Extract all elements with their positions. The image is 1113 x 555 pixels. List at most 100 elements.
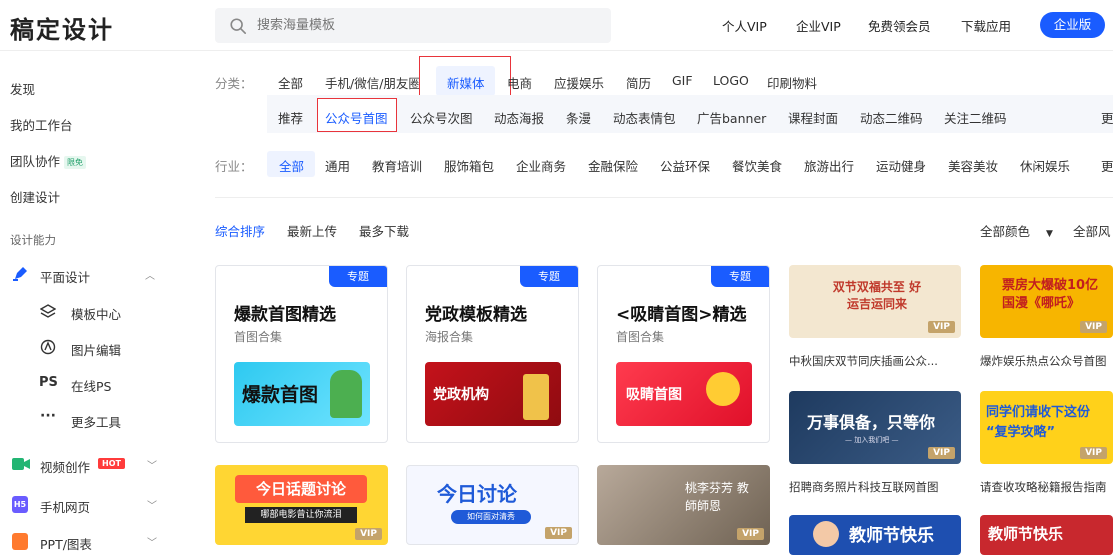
- feature-card-eye-catching[interactable]: 专题 <吸睛首图>精选 首图合集 吸睛首图: [597, 265, 770, 443]
- template-thumb[interactable]: 双节双福共至 好运吉运同来 VIP: [789, 265, 961, 338]
- template-thumb[interactable]: 教师节快乐: [980, 515, 1113, 555]
- sidebar-item-ppt[interactable]: PPT/图表 ﹀: [10, 532, 170, 552]
- nav-free-member[interactable]: 免费领会员: [868, 16, 931, 35]
- template-thumb[interactable]: 今日话题讨论 哪部电影曾让你流泪 VIP: [215, 465, 388, 545]
- sidebar-item-team[interactable]: 团队协作 限免: [10, 151, 87, 170]
- sort-newest[interactable]: 最新上传: [287, 221, 337, 240]
- industry-all[interactable]: 全部: [279, 156, 304, 175]
- vip-badge: VIP: [545, 527, 572, 539]
- sidebar-item-workspace[interactable]: 我的工作台: [10, 115, 73, 134]
- category-logo[interactable]: LOGO: [713, 73, 749, 88]
- sidebar-sub-template-center[interactable]: 模板中心: [38, 302, 178, 322]
- card-preview-text: 爆款首图: [242, 384, 319, 406]
- template-thumb[interactable]: 桃李芬芳 教師師恩 VIP: [597, 465, 770, 545]
- feature-card-party[interactable]: 专题 党政模板精选 海报合集 党政机构: [406, 265, 579, 443]
- sub-dynamic-qrcode[interactable]: 动态二维码: [860, 108, 923, 127]
- template-thumb[interactable]: 教师节快乐: [789, 515, 961, 555]
- industry-travel[interactable]: 旅游出行: [804, 156, 854, 175]
- sidebar-section-label: 设计能力: [10, 233, 56, 247]
- color-filter[interactable]: 全部颜色 ▼: [980, 221, 1053, 240]
- template-thumb[interactable]: 今日讨论 如何面对清秀 VIP: [406, 465, 579, 545]
- sidebar-sub-online-ps[interactable]: PS 在线PS: [38, 374, 178, 394]
- sort-most-downloaded[interactable]: 最多下载: [359, 221, 409, 240]
- sort-comprehensive[interactable]: 综合排序: [215, 221, 265, 240]
- nav-personal-vip[interactable]: 个人VIP: [722, 16, 767, 35]
- sidebar-item-create[interactable]: 创建设计: [10, 187, 60, 206]
- vip-badge: VIP: [1080, 321, 1107, 333]
- template-thumb[interactable]: 票房大爆破10亿 国漫《哪吒》 VIP: [980, 265, 1113, 338]
- category-gif[interactable]: GIF: [672, 73, 693, 88]
- sub-follow-qrcode[interactable]: 关注二维码: [944, 108, 1007, 127]
- sub-ad-banner[interactable]: 广告banner: [697, 108, 766, 127]
- search-box[interactable]: [215, 8, 611, 43]
- template-caption[interactable]: 爆炸娱乐热点公众号首图: [980, 353, 1113, 369]
- sub-official-account-secondary[interactable]: 公众号次图: [410, 108, 473, 127]
- sidebar-item-flat-design[interactable]: 平面设计 ︿: [10, 265, 170, 285]
- template-caption[interactable]: 招聘商务照片科技互联网首图: [789, 479, 961, 495]
- category-new-media[interactable]: 新媒体: [447, 73, 485, 92]
- industry-more[interactable]: 更: [1101, 156, 1113, 175]
- card-title: 党政模板精选: [425, 305, 527, 325]
- search-input[interactable]: [257, 8, 597, 43]
- category-all[interactable]: 全部: [278, 73, 303, 92]
- thumb-art-text: 双节双福共至 好运吉运同来: [832, 280, 922, 311]
- card-title: 爆款首图精选: [234, 305, 336, 325]
- industry-fitness[interactable]: 运动健身: [876, 156, 926, 175]
- sidebar-item-team-label: 团队协作: [10, 154, 61, 169]
- industry-leisure[interactable]: 休闲娱乐: [1020, 156, 1070, 175]
- card-preview: 吸睛首图: [616, 362, 752, 426]
- sub-animated-sticker[interactable]: 动态表情包: [613, 108, 676, 127]
- sub-recommend[interactable]: 推荐: [278, 108, 303, 127]
- sidebar-item-video[interactable]: 视频创作 HOT ﹀: [10, 455, 170, 475]
- enterprise-button[interactable]: 企业版: [1040, 12, 1105, 38]
- sub-course-cover[interactable]: 课程封面: [788, 108, 838, 127]
- thumb-title: 今日讨论: [437, 482, 517, 506]
- sidebar-item-mobile-web[interactable]: H5 手机网页 ﹀: [10, 495, 170, 515]
- sub-dynamic-poster[interactable]: 动态海报: [494, 108, 544, 127]
- dinosaur-illustration: [330, 370, 362, 418]
- style-filter[interactable]: 全部风: [1073, 221, 1111, 240]
- industry-apparel[interactable]: 服饰箱包: [444, 156, 494, 175]
- feature-card-hot-cover[interactable]: 专题 爆款首图精选 首图合集 爆款首图: [215, 265, 388, 443]
- category-ecommerce[interactable]: 电商: [507, 73, 532, 92]
- nav-download-app[interactable]: 下载应用: [961, 16, 1011, 35]
- industry-education[interactable]: 教育培训: [372, 156, 422, 175]
- sub-comic-strip[interactable]: 条漫: [566, 108, 591, 127]
- header-divider: [0, 50, 1113, 51]
- caret-down-icon: ▼: [1046, 229, 1053, 239]
- teacher-avatar-illustration: [813, 521, 839, 547]
- filter-divider: [215, 197, 1113, 198]
- sub-official-account-cover[interactable]: 公众号首图: [325, 108, 388, 127]
- category-mobile-wechat[interactable]: 手机/微信/朋友圈: [325, 73, 421, 92]
- industry-beauty[interactable]: 美容美妆: [948, 156, 998, 175]
- vip-badge: VIP: [1080, 447, 1107, 459]
- video-icon: [12, 458, 30, 470]
- sub-more[interactable]: 更: [1101, 108, 1113, 127]
- card-title: <吸睛首图>精选: [616, 305, 747, 325]
- sidebar-sub-more-tools[interactable]: ··· 更多工具: [38, 408, 178, 430]
- sidebar-sub-image-edit[interactable]: 图片编辑: [38, 338, 178, 358]
- thumb-art-text: 教师节快乐: [849, 526, 934, 546]
- industry-charity[interactable]: 公益环保: [660, 156, 710, 175]
- category-print[interactable]: 印刷物料: [767, 73, 817, 92]
- vip-badge: VIP: [737, 528, 764, 540]
- category-resume[interactable]: 简历: [626, 73, 651, 92]
- sidebar-item-discover[interactable]: 发现: [10, 79, 35, 98]
- industry-general[interactable]: 通用: [325, 156, 350, 175]
- template-caption[interactable]: 中秋国庆双节同庆插画公众...: [789, 353, 961, 369]
- category-label: 分类：: [215, 76, 253, 91]
- template-thumb[interactable]: 同学们请收下这份 “复学攻略” VIP: [980, 391, 1113, 464]
- more-tools-label: 更多工具: [71, 415, 122, 430]
- brand-logo[interactable]: 稿定设计: [10, 10, 114, 45]
- chevron-down-icon: ﹀: [147, 461, 157, 472]
- industry-finance[interactable]: 金融保险: [588, 156, 638, 175]
- template-caption[interactable]: 请查收攻略秘籍报告指南: [980, 479, 1113, 495]
- thumb-art-text: 票房大爆破10亿 国漫《哪吒》: [1002, 278, 1099, 311]
- monument-illustration: [523, 374, 549, 420]
- template-thumb[interactable]: 万事俱备，只等你 — 加入我们吧 — VIP: [789, 391, 961, 464]
- industry-business[interactable]: 企业商务: [516, 156, 566, 175]
- category-fan-support[interactable]: 应援娱乐: [554, 73, 604, 92]
- card-preview: 党政机构: [425, 362, 561, 426]
- nav-enterprise-vip[interactable]: 企业VIP: [796, 16, 841, 35]
- industry-food[interactable]: 餐饮美食: [732, 156, 782, 175]
